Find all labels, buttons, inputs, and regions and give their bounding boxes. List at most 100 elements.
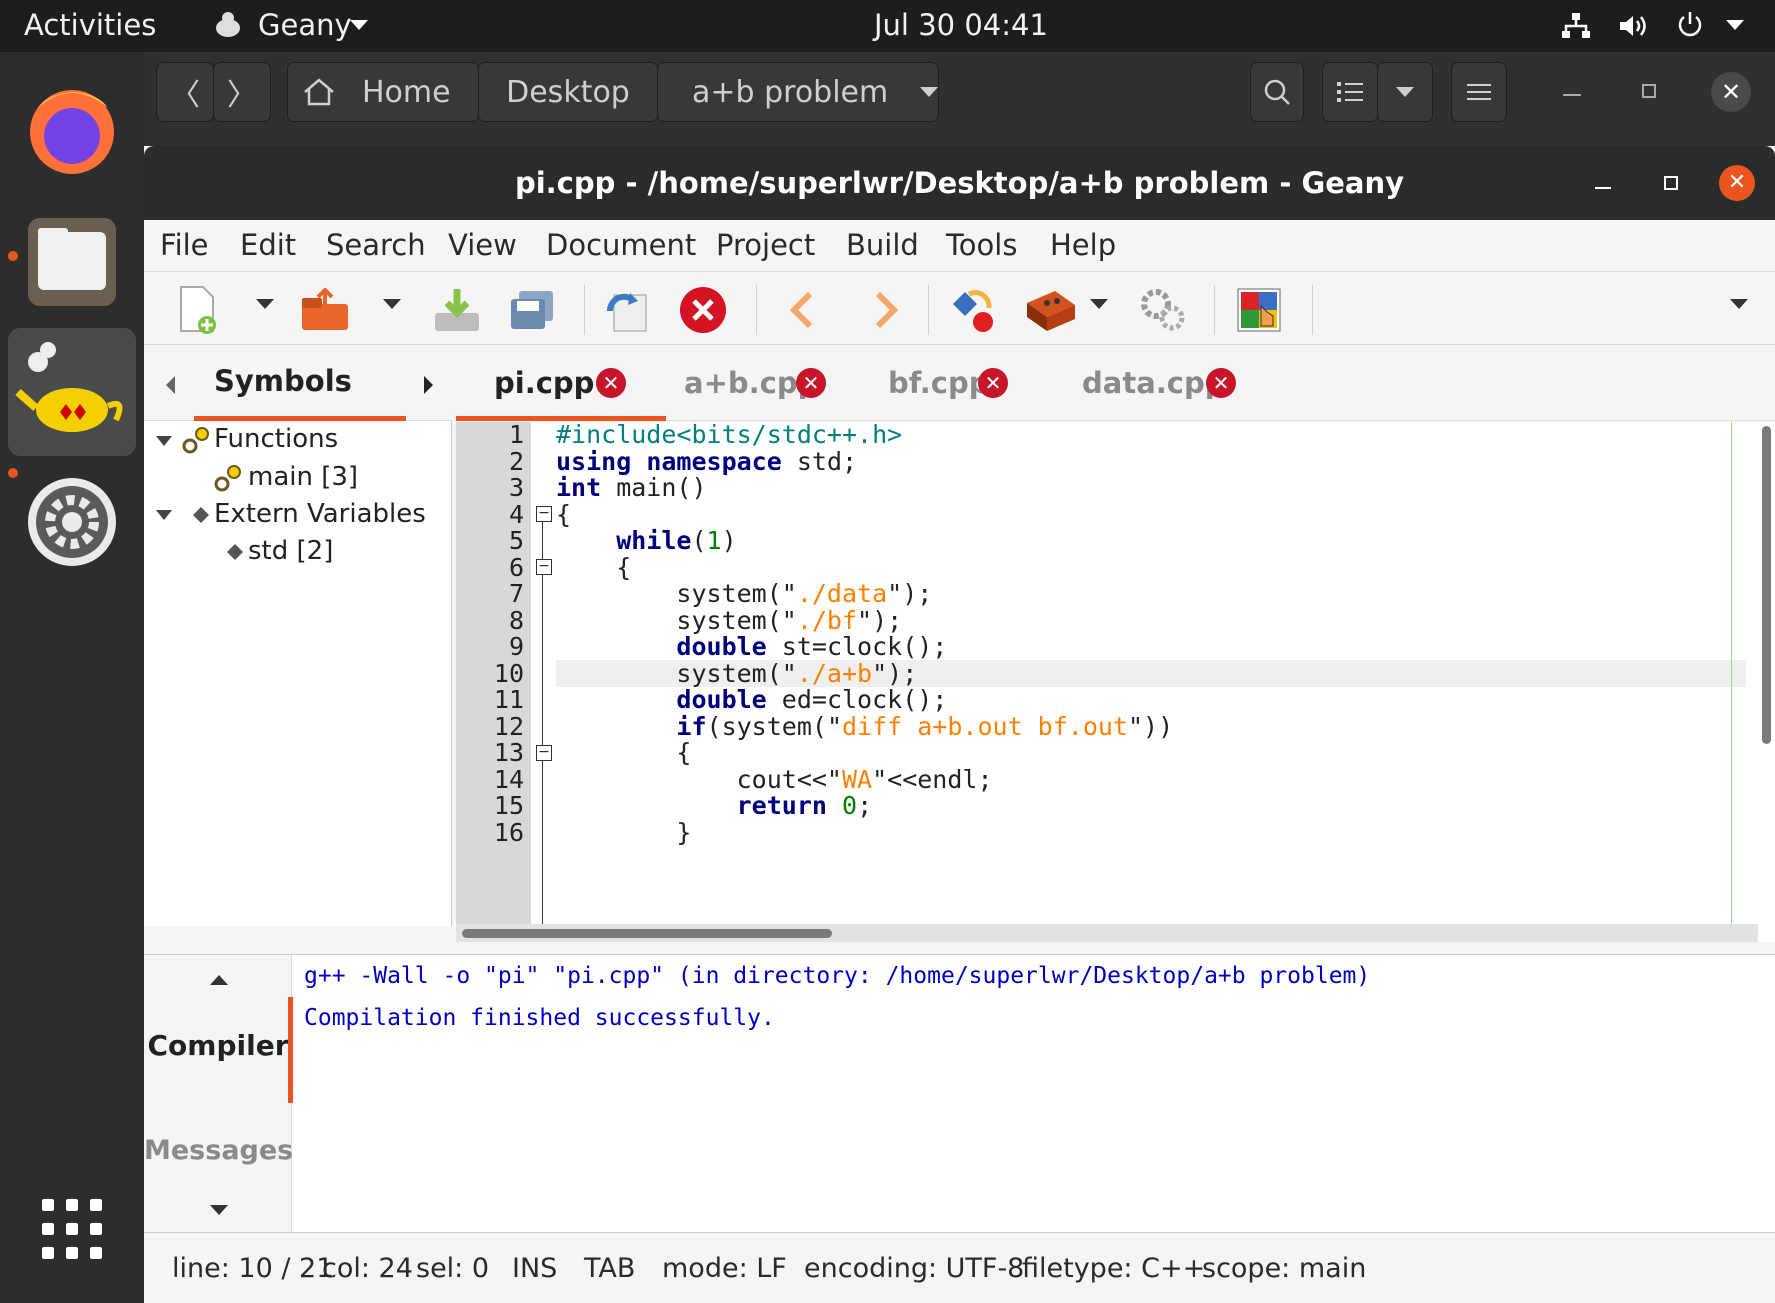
tab-scroll-down-icon[interactable] — [210, 1205, 228, 1215]
menu-view[interactable]: View — [448, 228, 517, 262]
code-editor[interactable]: − − − 1 #include<bits/stdc++.h> 2 using nam… — [456, 421, 1775, 942]
code-line[interactable]: int main() — [556, 474, 707, 502]
tab-messages[interactable]: Messages — [144, 1135, 293, 1166]
close-icon[interactable]: ✕ — [1719, 165, 1755, 201]
save-button[interactable] — [430, 283, 484, 337]
recent-files-chevron-icon[interactable] — [383, 299, 401, 309]
geany-launcher[interactable] — [8, 328, 136, 456]
code-line[interactable]: #include<bits/stdc++.h> — [556, 421, 902, 449]
clock[interactable]: Jul 30 04:41 — [874, 8, 1048, 42]
tree-item-main[interactable]: main [3] — [248, 462, 358, 492]
horizontal-scrollbar[interactable] — [456, 924, 1758, 942]
menu-project[interactable]: Project — [716, 228, 815, 262]
compile-button[interactable] — [946, 283, 1000, 337]
code-line[interactable]: return 0; — [556, 792, 873, 820]
code-line[interactable]: system("./bf"); — [556, 607, 902, 635]
fold-toggle-icon[interactable]: − — [536, 559, 552, 575]
tree-item-functions[interactable]: Functions — [214, 424, 338, 454]
code-line[interactable]: system("./a+b"); — [556, 660, 917, 688]
close-icon[interactable]: ✕ — [978, 368, 1008, 398]
code-line[interactable]: { — [556, 739, 691, 767]
scrollbar-thumb[interactable] — [1762, 426, 1771, 744]
menu-document[interactable]: Document — [546, 228, 696, 262]
back-button[interactable]: 〈 — [156, 62, 214, 122]
new-from-template-chevron-icon[interactable] — [256, 299, 274, 309]
menu-help[interactable]: Help — [1050, 228, 1116, 262]
breadcrumb-home[interactable]: Home — [287, 62, 479, 122]
expander-icon[interactable] — [156, 436, 172, 446]
build-options-chevron-icon[interactable] — [1090, 299, 1108, 309]
menu-search[interactable]: Search — [326, 228, 426, 262]
toolbar-overflow-chevron-icon[interactable] — [1730, 299, 1748, 309]
menu-file[interactable]: File — [160, 228, 209, 262]
code-line[interactable]: double st=clock(); — [556, 633, 947, 661]
activities-button[interactable]: Activities — [24, 8, 156, 42]
system-menu-chevron-icon[interactable] — [1726, 20, 1744, 30]
code-line[interactable]: using namespace std; — [556, 448, 857, 476]
new-file-button[interactable] — [170, 283, 224, 337]
tab-pi-cpp[interactable]: pi.cpp ✕ — [456, 346, 666, 421]
open-file-button[interactable] — [298, 283, 352, 337]
code-line[interactable]: system("./data"); — [556, 580, 932, 608]
tab-data-cpp[interactable]: data.cpp ✕ — [1056, 346, 1296, 421]
close-icon[interactable]: ✕ — [596, 368, 626, 398]
files-launcher[interactable] — [8, 198, 136, 326]
firefox-launcher[interactable] — [8, 68, 136, 196]
expander-icon[interactable] — [156, 510, 172, 520]
code-line[interactable]: { — [556, 501, 571, 529]
chevron-down-icon[interactable] — [350, 20, 368, 30]
close-icon[interactable]: ✕ — [1206, 368, 1236, 398]
navigate-forward-button[interactable] — [860, 283, 914, 337]
build-button[interactable] — [1024, 283, 1078, 337]
power-icon[interactable] — [1675, 10, 1705, 44]
code-line[interactable]: { — [556, 554, 631, 582]
view-options-button[interactable] — [1377, 62, 1433, 122]
code-line[interactable]: cout<<"WA"<<endl; — [556, 766, 993, 794]
close-icon[interactable]: ✕ — [1711, 72, 1751, 112]
menu-build[interactable]: Build — [846, 228, 919, 262]
app-menu-label[interactable]: Geany — [258, 8, 352, 42]
close-icon[interactable]: ✕ — [796, 368, 826, 398]
view-list-button[interactable] — [1322, 62, 1378, 122]
compiler-result-line[interactable]: Compilation finished successfully. — [304, 1005, 775, 1031]
scrollbar-thumb[interactable] — [462, 929, 832, 938]
navigate-back-button[interactable] — [774, 283, 828, 337]
vertical-scrollbar[interactable] — [1758, 422, 1775, 942]
menu-tools[interactable]: Tools — [946, 228, 1017, 262]
maximize-icon[interactable] — [1642, 84, 1656, 98]
code-line[interactable]: while(1) — [556, 527, 736, 555]
tab-scroll-right-icon[interactable] — [424, 376, 433, 394]
close-file-button[interactable] — [676, 283, 730, 337]
volume-icon[interactable] — [1618, 12, 1650, 44]
tab-symbols[interactable]: Symbols — [214, 364, 352, 398]
code-line[interactable]: } — [556, 819, 691, 847]
minimize-icon[interactable] — [1595, 187, 1611, 189]
minimize-icon[interactable] — [1563, 94, 1581, 96]
code-line[interactable]: double ed=clock(); — [556, 686, 947, 714]
run-button[interactable] — [1136, 283, 1190, 337]
tree-item-std[interactable]: std [2] — [248, 536, 333, 566]
tab-bf-cpp[interactable]: bf.cpp ✕ — [866, 346, 1056, 421]
tree-item-extern-variables[interactable]: Extern Variables — [214, 499, 426, 529]
code-line[interactable]: if(system("diff a+b.out bf.out")) — [556, 713, 1173, 741]
network-icon[interactable] — [1560, 12, 1592, 44]
revert-button[interactable] — [600, 283, 654, 337]
hamburger-menu-button[interactable] — [1451, 62, 1507, 122]
compiler-command-line[interactable]: g++ -Wall -o "pi" "pi.cpp" (in directory… — [304, 963, 1370, 989]
search-button[interactable] — [1250, 62, 1304, 122]
breadcrumb-desktop[interactable]: Desktop — [478, 62, 658, 122]
fold-toggle-icon[interactable]: − — [536, 745, 552, 761]
tab-scroll-up-icon[interactable] — [210, 975, 228, 985]
breadcrumb-current[interactable]: a+b problem — [657, 62, 939, 122]
settings-launcher[interactable] — [8, 470, 136, 598]
tab-scroll-left-icon[interactable] — [166, 376, 175, 394]
maximize-icon[interactable] — [1664, 176, 1678, 190]
tab-a-b-cpp[interactable]: a+b.cpp ✕ — [666, 346, 866, 421]
menu-edit[interactable]: Edit — [240, 228, 296, 262]
color-chooser-button[interactable] — [1232, 283, 1286, 337]
forward-button[interactable]: 〉 — [213, 62, 271, 122]
fold-toggle-icon[interactable]: − — [536, 506, 552, 522]
show-apps-grid-icon[interactable] — [40, 1197, 104, 1261]
save-all-button[interactable] — [504, 283, 558, 337]
tab-compiler[interactable]: Compiler — [144, 1029, 292, 1062]
